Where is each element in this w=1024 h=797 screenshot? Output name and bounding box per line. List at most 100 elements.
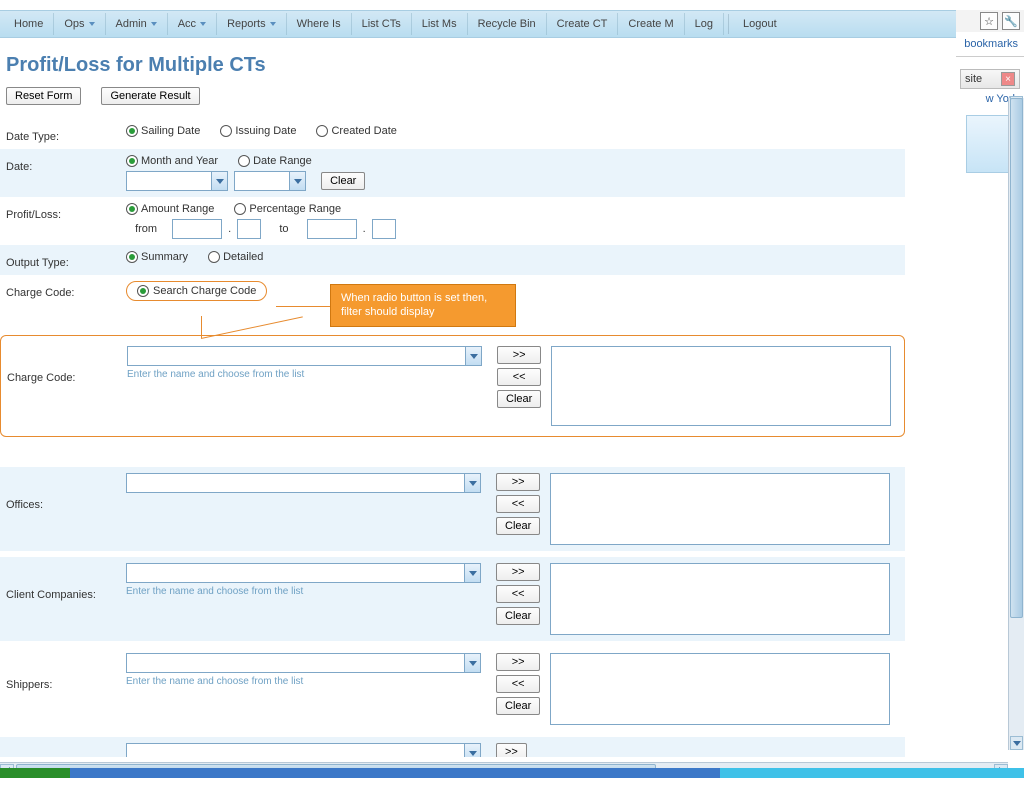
radio-created-date[interactable]: Created Date: [316, 125, 396, 137]
offices-remove-button[interactable]: <<: [496, 495, 540, 513]
chevron-down-icon[interactable]: [464, 474, 480, 492]
chevron-down-icon[interactable]: [289, 172, 305, 190]
radio-sailing-date[interactable]: Sailing Date: [126, 125, 200, 137]
close-icon[interactable]: ×: [1001, 72, 1015, 86]
radio-icon: [220, 125, 232, 137]
clients-clear-button[interactable]: Clear: [496, 607, 540, 625]
nav-admin[interactable]: Admin: [106, 13, 168, 35]
nav-logout[interactable]: Logout: [733, 13, 787, 35]
radio-label: Detailed: [223, 251, 263, 263]
shippers-combo[interactable]: [126, 653, 481, 673]
chevron-down-icon[interactable]: [464, 654, 480, 672]
amount-to-dec[interactable]: [372, 219, 396, 239]
shippers-remove-button[interactable]: <<: [496, 675, 540, 693]
nav-label: Create CT: [557, 18, 608, 30]
radio-label: Date Range: [253, 155, 312, 167]
scroll-thumb[interactable]: [1010, 98, 1023, 618]
nav-reports[interactable]: Reports: [217, 13, 287, 35]
chevron-down-icon[interactable]: [464, 564, 480, 582]
chevron-down-icon[interactable]: [211, 172, 227, 190]
date-clear-button[interactable]: Clear: [321, 172, 365, 190]
radio-search-charge-code[interactable]: Search Charge Code: [126, 281, 267, 301]
next-add-button[interactable]: >>: [496, 743, 527, 757]
nav-label: List CTs: [362, 18, 401, 30]
vertical-scrollbar[interactable]: [1008, 98, 1024, 750]
nav-createm[interactable]: Create M: [618, 13, 684, 35]
next-input[interactable]: [127, 744, 464, 757]
nav-label: Home: [14, 18, 43, 30]
shippers-add-button[interactable]: >>: [496, 653, 540, 671]
chevron-down-icon[interactable]: [464, 744, 480, 757]
offices-listbox[interactable]: [550, 473, 890, 545]
charge-code-filter-label: Charge Code:: [7, 346, 127, 384]
nav-label: Logout: [743, 18, 777, 30]
month-select[interactable]: [126, 171, 228, 191]
nav-acc[interactable]: Acc: [168, 13, 217, 35]
charge-clear-button[interactable]: Clear: [497, 390, 541, 408]
radio-amount-range[interactable]: Amount Range: [126, 203, 214, 215]
offices-add-button[interactable]: >>: [496, 473, 540, 491]
year-select[interactable]: [234, 171, 306, 191]
nav-label: Create M: [628, 18, 673, 30]
nav-createct[interactable]: Create CT: [547, 13, 619, 35]
decimal-dot: .: [363, 223, 366, 235]
hint-text: Enter the name and choose from the list: [126, 586, 486, 597]
amount-from-dec[interactable]: [237, 219, 261, 239]
chevron-down-icon: [151, 22, 157, 26]
nav-label: Recycle Bin: [478, 18, 536, 30]
page-title: Profit/Loss for Multiple CTs: [6, 54, 1024, 77]
wrench-icon[interactable]: 🔧: [1002, 12, 1020, 30]
year-input[interactable]: [235, 172, 289, 190]
charge-code-listbox[interactable]: [551, 346, 891, 426]
nav-listms[interactable]: List Ms: [412, 13, 468, 35]
offices-combo[interactable]: [126, 473, 481, 493]
radio-percentage-range[interactable]: Percentage Range: [234, 203, 341, 215]
clients-remove-button[interactable]: <<: [496, 585, 540, 603]
shippers-input[interactable]: [127, 654, 464, 672]
nav-recyclebin[interactable]: Recycle Bin: [468, 13, 547, 35]
scroll-down-icon[interactable]: [1010, 736, 1023, 750]
browser-side-panel: ☆ 🔧 bookmarks site × w York: [956, 10, 1024, 750]
taskbar: [0, 768, 1024, 778]
clients-listbox[interactable]: [550, 563, 890, 635]
bookmarks-label[interactable]: bookmarks: [956, 32, 1024, 57]
charge-code-combo[interactable]: [127, 346, 482, 366]
next-combo[interactable]: [126, 743, 481, 757]
radio-summary[interactable]: Summary: [126, 251, 188, 263]
charge-remove-button[interactable]: <<: [497, 368, 541, 386]
clients-input[interactable]: [127, 564, 464, 582]
hint-text: Enter the name and choose from the list: [126, 676, 486, 687]
offices-input[interactable]: [127, 474, 464, 492]
clients-add-button[interactable]: >>: [496, 563, 540, 581]
offices-clear-button[interactable]: Clear: [496, 517, 540, 535]
star-icon[interactable]: ☆: [980, 12, 998, 30]
charge-code-input[interactable]: [128, 347, 465, 365]
radio-date-range[interactable]: Date Range: [238, 155, 312, 167]
date-type-label: Date Type:: [6, 125, 126, 143]
nav-whereis[interactable]: Where Is: [287, 13, 352, 35]
nav-listcts[interactable]: List CTs: [352, 13, 412, 35]
month-input[interactable]: [127, 172, 211, 190]
callout-text: When radio button is set then, filter sh…: [341, 292, 487, 318]
generate-result-button[interactable]: Generate Result: [101, 87, 199, 105]
nav-home[interactable]: Home: [4, 13, 54, 35]
amount-to-int[interactable]: [307, 219, 357, 239]
to-label: to: [279, 223, 288, 235]
amount-from-int[interactable]: [172, 219, 222, 239]
offices-label: Offices:: [6, 473, 126, 511]
shippers-listbox[interactable]: [550, 653, 890, 725]
chevron-down-icon[interactable]: [465, 347, 481, 365]
reset-form-button[interactable]: Reset Form: [6, 87, 81, 105]
radio-detailed[interactable]: Detailed: [208, 251, 263, 263]
chevron-down-icon: [200, 22, 206, 26]
nav-ops[interactable]: Ops: [54, 13, 105, 35]
chevron-down-icon: [89, 22, 95, 26]
nav-log[interactable]: Log: [685, 13, 724, 35]
clients-combo[interactable]: [126, 563, 481, 583]
radio-month-year[interactable]: Month and Year: [126, 155, 218, 167]
radio-issuing-date[interactable]: Issuing Date: [220, 125, 296, 137]
shippers-clear-button[interactable]: Clear: [496, 697, 540, 715]
nav-label: Admin: [116, 18, 147, 30]
charge-add-button[interactable]: >>: [497, 346, 541, 364]
side-tab[interactable]: site ×: [960, 69, 1020, 89]
